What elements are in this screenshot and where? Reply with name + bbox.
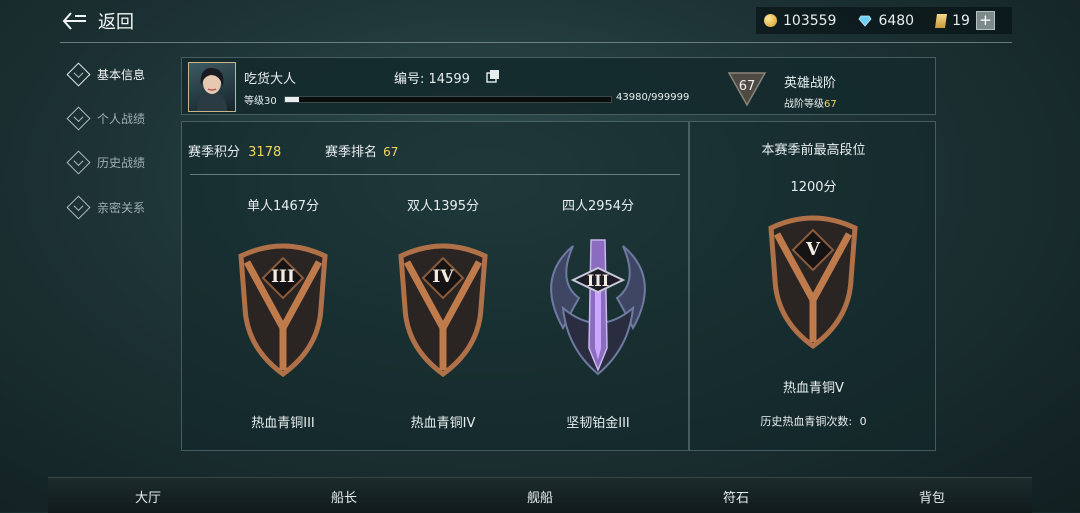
xp-text: 43980/999999 (616, 92, 690, 103)
squad-numeral: III (586, 271, 610, 290)
nav-runes[interactable]: 符石 (706, 487, 766, 506)
nav-captain[interactable]: 船长 (314, 487, 374, 506)
duo-score: 双人1395分 (406, 199, 480, 214)
ticket-currency: 19 (935, 12, 970, 29)
xp-progress-fill (285, 97, 300, 102)
best-history-value: 0 (859, 415, 867, 428)
rank-level-value: 67 (824, 99, 837, 110)
best-history-label: 历史热血青铜次数: (760, 415, 853, 428)
best-rank-history: 历史热血青铜次数: 0 (690, 413, 937, 429)
best-rank-panel: 本赛季前最高段位 1200分 V 热血青铜V 历史热血青铜次数: 0 (689, 121, 936, 451)
sidebar-item-basic-info[interactable]: 基本信息 (66, 62, 145, 87)
solo-numeral: III (271, 267, 295, 287)
platinum-sword-badge: III (533, 238, 663, 378)
bronze-shield-icon (768, 215, 858, 350)
back-label: 返回 (98, 12, 134, 33)
back-arrow-icon (62, 12, 86, 30)
season-rank: 赛季排名 67 (325, 141, 398, 160)
best-rank-tier: 热血青铜V (783, 381, 844, 396)
diamond-icon (858, 15, 872, 27)
chevron-down-icon (66, 106, 91, 131)
profile-card: 吃货大人 等级30 43980/999999 编号: 14599 67 英雄战阶… (181, 57, 936, 115)
solo-rank-card[interactable]: 单人1467分 III 热血青铜III (213, 195, 353, 431)
season-rank-value: 67 (383, 145, 399, 159)
bronze-shield-badge: III (233, 238, 333, 378)
rank-badge: 67 (727, 67, 767, 107)
nav-ships[interactable]: 舰船 (510, 487, 570, 506)
bronze-shield-badge: IV (393, 238, 493, 378)
player-id-value: 14599 (428, 72, 470, 87)
back-button[interactable]: 返回 (62, 6, 134, 36)
gold-currency: 103559 (764, 13, 836, 29)
nav-backpack[interactable]: 背包 (902, 487, 962, 506)
xp-progress-bar (284, 96, 612, 103)
sidebar-item-label: 亲密关系 (97, 201, 146, 215)
bottom-nav: 大厅 船长 舰船 符石 背包 (48, 477, 1032, 513)
squad-rank-card[interactable]: 四人2954分 III 坚韧铂金III (528, 195, 668, 431)
sidebar-item-relationships[interactable]: 亲密关系 (66, 195, 145, 220)
add-currency-button[interactable]: + (975, 11, 995, 30)
rank-level: 战阶等级67 (784, 95, 837, 110)
duo-rank-card[interactable]: 双人1395分 IV 热血青铜IV (373, 195, 513, 431)
player-level: 等级30 (244, 96, 277, 107)
avatar[interactable] (188, 62, 236, 112)
duo-numeral: IV (432, 267, 454, 287)
rank-level-label: 战阶等级 (784, 99, 824, 110)
sidebar-item-label: 历史战绩 (97, 156, 146, 170)
sidebar-item-label: 基本信息 (97, 68, 146, 82)
solo-score: 单人1467分 (246, 199, 320, 214)
season-points-value: 3178 (248, 145, 282, 160)
gold-amount: 103559 (783, 12, 837, 29)
diamond-currency: 6480 (858, 13, 914, 29)
player-id-label: 编号: (394, 72, 425, 87)
season-rank-label: 赛季排名 (325, 145, 378, 160)
sidebar-item-history-record[interactable]: 历史战绩 (66, 150, 145, 175)
rank-title: 英雄战阶 (784, 76, 837, 91)
bronze-shield-badge: V (763, 210, 863, 350)
copy-icon[interactable] (486, 69, 500, 83)
season-points: 赛季积分 3178 (188, 141, 281, 160)
squad-tier: 坚韧铂金III (566, 416, 630, 431)
player-name: 吃货大人 (244, 72, 297, 87)
chevron-down-icon (66, 62, 91, 87)
sidebar-item-personal-record[interactable]: 个人战绩 (66, 106, 145, 131)
season-divider (190, 174, 680, 175)
sidebar-item-label: 个人战绩 (97, 112, 146, 126)
bronze-shield-icon (238, 243, 328, 378)
season-panel: 赛季积分 3178 赛季排名 67 单人1467分 III 热血青铜III 双人… (181, 121, 689, 451)
squad-score: 四人2954分 (561, 199, 635, 214)
best-rank-title: 本赛季前最高段位 (761, 143, 866, 158)
solo-tier: 热血青铜III (251, 416, 315, 431)
chevron-down-icon (66, 150, 91, 175)
gold-coin-icon (764, 14, 777, 27)
diamond-amount: 6480 (878, 12, 915, 29)
season-points-label: 赛季积分 (188, 145, 241, 160)
player-id: 编号: 14599 (394, 68, 470, 87)
ticket-icon (935, 13, 948, 28)
platinum-sword-icon (550, 239, 646, 376)
rank-badge-value: 67 (738, 79, 756, 94)
nav-lobby[interactable]: 大厅 (118, 487, 178, 506)
bronze-shield-icon (398, 243, 488, 378)
portrait-image (197, 67, 227, 111)
header-divider (60, 42, 1012, 43)
currency-bar: 103559 6480 19 + (756, 7, 1012, 34)
ticket-amount: 19 (952, 12, 970, 29)
chevron-down-icon (66, 195, 91, 220)
duo-tier: 热血青铜IV (410, 416, 476, 431)
best-numeral: V (806, 239, 820, 260)
best-rank-score: 1200分 (790, 180, 837, 195)
